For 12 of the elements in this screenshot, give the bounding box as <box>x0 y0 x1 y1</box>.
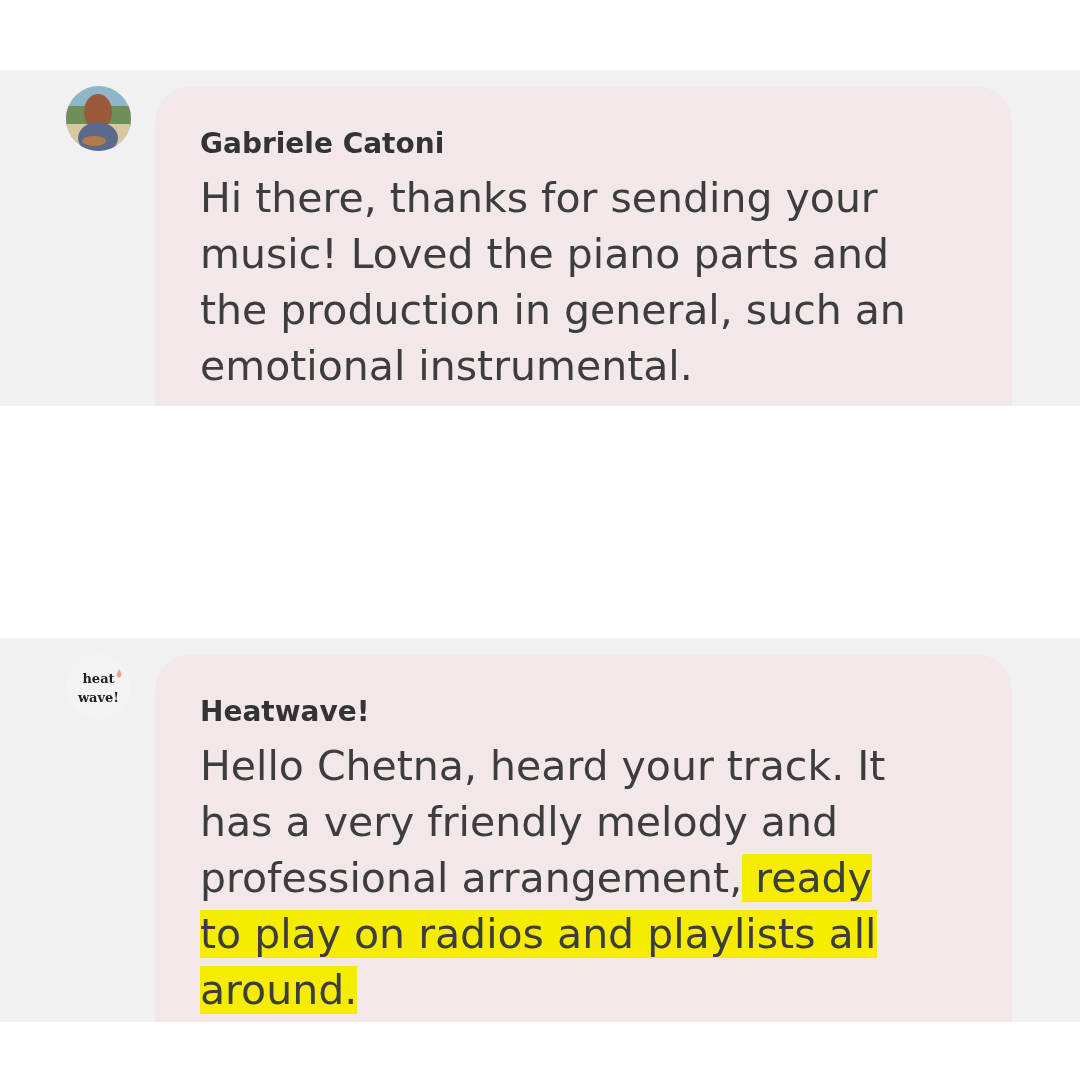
message-line: music! Loved the piano parts and <box>200 229 890 280</box>
message-line: Hi there, thanks for sending your <box>200 173 879 224</box>
message-line: Hello Chetna, heard your track. It <box>200 741 887 792</box>
flame-icon <box>115 668 122 678</box>
message-line: emotional instrumental. <box>200 341 694 392</box>
logo-text: wave! <box>77 689 120 705</box>
sender-name: Gabriele Catoni <box>200 126 446 162</box>
message-line: has a very friendly melody and <box>200 797 839 848</box>
sender-name: Heatwave! <box>200 694 371 730</box>
logo-text: heat <box>82 670 115 686</box>
message-line: professional arrangement, ready <box>200 853 873 904</box>
message-line: the production in general, such an <box>200 285 907 336</box>
